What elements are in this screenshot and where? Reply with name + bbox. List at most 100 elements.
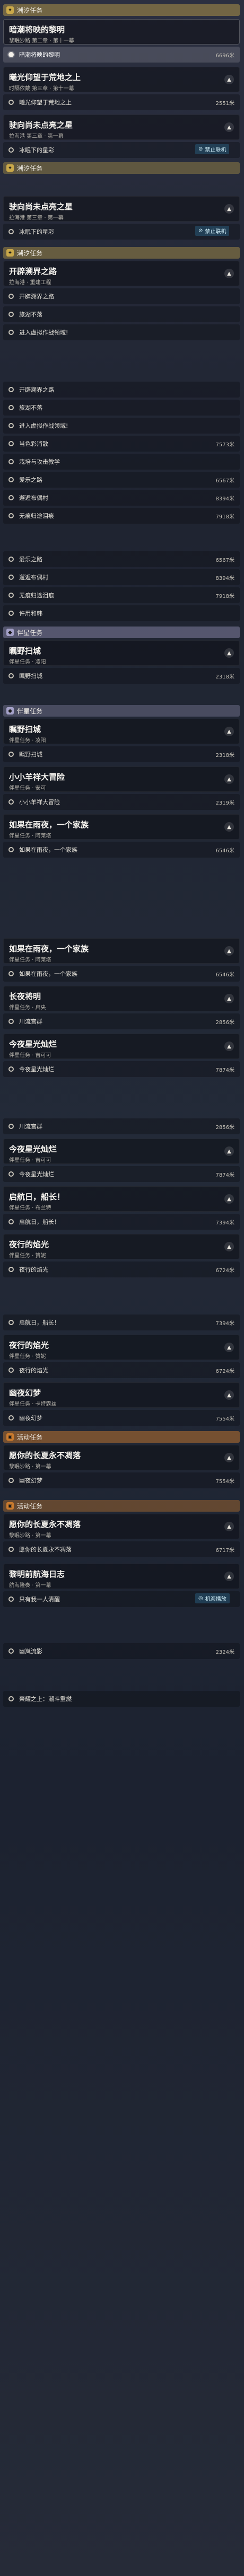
objective-row[interactable]: 进入虚拟作战领域! bbox=[3, 418, 240, 434]
quest-title: 瞩野扫城 bbox=[9, 646, 41, 656]
chevron-up-icon[interactable]: ▲ bbox=[224, 1453, 234, 1462]
objective-row[interactable]: 旅湖不落 bbox=[3, 306, 240, 322]
objective-row[interactable]: 邂逅布偶村 8394米 bbox=[3, 569, 240, 585]
objective-row[interactable]: 进入虚拟作战领域! bbox=[3, 324, 240, 340]
quest-card[interactable]: 长夜将明 伴星任务 · 启央 ▲ bbox=[3, 986, 240, 1011]
chevron-up-icon[interactable]: ▲ bbox=[224, 122, 234, 132]
objective-label: 幽岚流影 bbox=[19, 1648, 42, 1655]
quest-card[interactable]: 开辟溯界之路 拉海港 · 重建工程 ▲ bbox=[3, 261, 240, 286]
quest-title: 今夜星光灿烂 bbox=[9, 1039, 57, 1049]
objective-label: 爱乐之路 bbox=[19, 556, 42, 563]
objective-row[interactable]: 无痕归途泪痕 7918米 bbox=[3, 508, 240, 524]
objective-row[interactable]: 开辟溯界之路 bbox=[3, 288, 240, 304]
quest-card[interactable]: 曦光仰望于荒地之上 时隔依戴 第三章 · 第十一幕 ▲ bbox=[3, 67, 240, 92]
quest-card[interactable]: 瞩野扫城 伴星任务 · 凌阳 ▲ bbox=[3, 719, 240, 744]
quest-subtitle: 伴星任务 · 布兰特 bbox=[9, 1205, 51, 1211]
objective-row[interactable]: 幽夜幻梦 7554米 bbox=[3, 1472, 240, 1488]
objective-row[interactable]: 小小羊祥大冒险 2319米 bbox=[3, 794, 240, 810]
objective-row[interactable]: 暗潮将映的黎明 6696米 bbox=[3, 47, 240, 63]
objective-row[interactable]: 栽培与攻击教学 bbox=[3, 454, 240, 470]
distance-label: 2856米 bbox=[215, 1124, 234, 1131]
objective-label: 许用和韩 bbox=[19, 610, 42, 617]
objective-row[interactable]: 愿你的长夏永不凋落 6717米 bbox=[3, 1541, 240, 1557]
radio-icon bbox=[8, 752, 14, 757]
distance-label: 2318米 bbox=[215, 752, 234, 758]
objective-row[interactable]: 如果在雨夜，一个家族 6546米 bbox=[3, 966, 240, 982]
objective-label: 无痕归途泪痕 bbox=[19, 513, 54, 519]
distance-label: 7918米 bbox=[215, 593, 234, 599]
quest-card[interactable]: 如果在雨夜，一个家族 伴星任务 · 阿莱塔 ▲ bbox=[3, 938, 240, 964]
chevron-up-icon[interactable]: ▲ bbox=[224, 204, 234, 214]
chevron-up-icon[interactable]: ▲ bbox=[224, 1194, 234, 1204]
chevron-up-icon[interactable]: ▲ bbox=[224, 75, 234, 84]
quest-card[interactable]: 暗潮将映的黎明 黎眠沙路 第二章 · 第十一幕 bbox=[3, 19, 240, 45]
chevron-up-icon[interactable]: ▲ bbox=[224, 1390, 234, 1400]
objective-row[interactable]: 瞩野扫城 2318米 bbox=[3, 668, 240, 684]
objective-row[interactable]: 爱乐之路 6567米 bbox=[3, 472, 240, 488]
objective-row[interactable]: 当色彩消散 7573米 bbox=[3, 436, 240, 452]
chevron-up-icon[interactable]: ▲ bbox=[224, 994, 234, 1003]
quest-card[interactable]: 夜行的焰光 伴星任务 · 赞妮 ▲ bbox=[3, 1335, 240, 1360]
radio-icon bbox=[8, 387, 14, 392]
quest-title: 开辟溯界之路 bbox=[9, 267, 57, 276]
objective-row[interactable]: 爱乐之路 6567米 bbox=[3, 551, 240, 567]
distance-label: 7874米 bbox=[215, 1172, 234, 1178]
distance-label: 6546米 bbox=[215, 848, 234, 854]
quest-card[interactable]: 驶向尚未点亮之星 拉海港 第三章 · 第一幕 ▲ bbox=[3, 196, 240, 222]
radio-icon bbox=[8, 971, 14, 976]
quest-card[interactable]: 愿你的长夏永不凋落 黎眠沙路 · 第一幕 ▲ bbox=[3, 1514, 240, 1539]
objective-row[interactable]: 邂逅布偶村 8394米 bbox=[3, 490, 240, 506]
quest-card[interactable]: 小小羊祥大冒险 伴星任务 · 安可 ▲ bbox=[3, 766, 240, 792]
radio-icon bbox=[8, 1596, 14, 1602]
objective-row[interactable]: 川流宫群 2856米 bbox=[3, 1013, 240, 1029]
objective-row[interactable]: 今夜星光灿烂 7874米 bbox=[3, 1166, 240, 1182]
objective-row[interactable]: 许用和韩 bbox=[3, 605, 240, 621]
radio-icon bbox=[8, 1696, 14, 1701]
radio-icon bbox=[8, 593, 14, 598]
objective-row[interactable]: 曦光仰望于荒地之上 2551米 bbox=[3, 94, 240, 110]
objective-row[interactable]: 榮耀之上：潮斗重燃 bbox=[3, 1691, 240, 1707]
objective-row[interactable]: 幽岚流影 2324米 bbox=[3, 1643, 240, 1659]
chevron-up-icon[interactable]: ▲ bbox=[224, 774, 234, 784]
objective-row[interactable]: 如果在雨夜，一个家族 6546米 bbox=[3, 842, 240, 858]
objective-row[interactable]: 夜行的焰光 6724米 bbox=[3, 1261, 240, 1277]
chevron-up-icon[interactable]: ▲ bbox=[224, 1522, 234, 1531]
quest-card[interactable]: 夜行的焰光 伴星任务 · 赞妮 ▲ bbox=[3, 1234, 240, 1259]
quest-card[interactable]: 如果在雨夜，一个家族 伴星任务 · 阿莱塔 ▲ bbox=[3, 814, 240, 840]
radio-icon bbox=[8, 477, 14, 482]
section-header-companion: ◆ 伴星任务 bbox=[3, 705, 240, 717]
quest-subtitle: 伴星任务 · 启央 bbox=[9, 1005, 46, 1011]
quest-title: 小小羊祥大冒险 bbox=[9, 772, 65, 782]
quest-card[interactable]: 黎明前航海日志 航海隆奏 · 第一幕 ▲ bbox=[3, 1564, 240, 1589]
quest-card[interactable]: 愿你的长夏永不凋落 黎眠沙路 · 第一幕 ▲ bbox=[3, 1445, 240, 1470]
quest-card[interactable]: 驶向尚未点亮之星 拉海港 第三章 · 第一幕 ▲ bbox=[3, 114, 240, 140]
chevron-up-icon[interactable]: ▲ bbox=[224, 1572, 234, 1581]
objective-row[interactable]: 开辟溯界之路 bbox=[3, 382, 240, 398]
chevron-up-icon[interactable]: ▲ bbox=[224, 1343, 234, 1352]
objective-row[interactable]: 夜行的焰光 6724米 bbox=[3, 1362, 240, 1378]
quest-card[interactable]: 幽夜幻梦 伴星任务 · 卡特露丝 ▲ bbox=[3, 1382, 240, 1408]
chevron-up-icon[interactable]: ▲ bbox=[224, 727, 234, 736]
objective-row[interactable]: 瞩野扫城 2318米 bbox=[3, 746, 240, 762]
objective-row[interactable]: 无痕归途泪痕 7918米 bbox=[3, 587, 240, 603]
chevron-up-icon[interactable]: ▲ bbox=[224, 1242, 234, 1251]
chevron-up-icon[interactable]: ▲ bbox=[224, 1146, 234, 1156]
objective-label: 如果在雨夜，一个家族 bbox=[19, 846, 77, 853]
objective-row[interactable]: 幽夜幻梦 7554米 bbox=[3, 1410, 240, 1426]
objective-row[interactable]: 川流宫群 2856米 bbox=[3, 1118, 240, 1134]
chevron-up-icon[interactable]: ▲ bbox=[224, 946, 234, 956]
objective-row[interactable]: 今夜星光灿烂 7874米 bbox=[3, 1061, 240, 1077]
chevron-up-icon[interactable]: ▲ bbox=[224, 269, 234, 278]
radio-icon bbox=[8, 1219, 14, 1224]
objective-row[interactable]: 旅湖不落 bbox=[3, 400, 240, 416]
quest-subtitle: 黎眠沙路 第二章 · 第十一幕 bbox=[9, 38, 74, 44]
objective-row[interactable]: 启航日，船长！ 7394米 bbox=[3, 1315, 240, 1330]
quest-card[interactable]: 启航日，船长！ 伴星任务 · 布兰特 ▲ bbox=[3, 1186, 240, 1212]
quest-card[interactable]: 今夜星光灿烂 伴星任务 · 吉可可 ▲ bbox=[3, 1139, 240, 1164]
chevron-up-icon[interactable]: ▲ bbox=[224, 1042, 234, 1051]
chevron-up-icon[interactable]: ▲ bbox=[224, 648, 234, 658]
chevron-up-icon[interactable]: ▲ bbox=[224, 822, 234, 832]
quest-card[interactable]: 瞩野扫城 伴星任务 · 凌阳 ▲ bbox=[3, 640, 240, 666]
quest-card[interactable]: 今夜星光灿烂 伴星任务 · 吉可可 ▲ bbox=[3, 1034, 240, 1059]
objective-row[interactable]: 启航日，船长！ 7394米 bbox=[3, 1214, 240, 1230]
